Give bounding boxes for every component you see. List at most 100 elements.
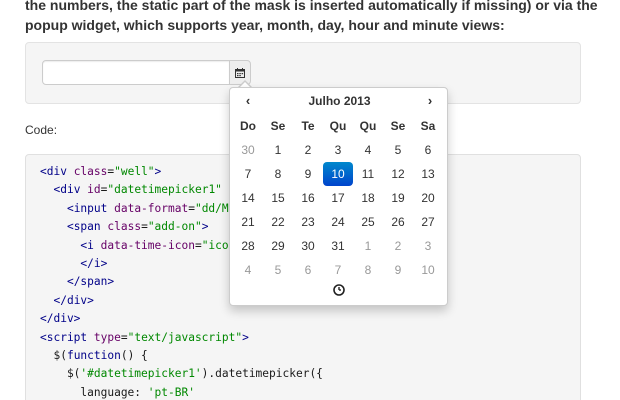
weekday-header-row: Do Se Te Qu Qu Se Sa <box>233 114 443 138</box>
code-token: 'pt-BR' <box>147 385 195 399</box>
code-token: function <box>66 349 121 362</box>
day-cell[interactable]: 11 <box>353 162 383 186</box>
code-line: <div id="datetimepicker1" <box>40 182 222 198</box>
code-line: <div class="well"> <box>40 164 161 180</box>
code-token: = <box>194 238 202 252</box>
day-cell[interactable]: 28 <box>233 234 263 258</box>
weekday-label: Do <box>240 119 256 133</box>
day-cell[interactable]: 19 <box>383 186 413 210</box>
code-token: = <box>188 201 195 215</box>
code-line: $(function() { <box>40 348 148 364</box>
code-token: > <box>201 220 209 234</box>
day-cell[interactable]: 15 <box>263 186 293 210</box>
day-cell[interactable]: 2 <box>383 234 413 258</box>
week-row: 30 1 2 3 4 5 6 <box>233 138 443 162</box>
day-cell[interactable]: 4 <box>353 138 383 162</box>
day-cell[interactable]: 20 <box>413 186 443 210</box>
day-cell[interactable]: 24 <box>323 210 353 234</box>
day-cell[interactable]: 9 <box>383 258 413 282</box>
code-token: $( <box>40 349 67 362</box>
week-row: 4 5 6 7 8 9 10 <box>233 258 443 282</box>
code-token: </div> <box>40 312 81 326</box>
day-cell[interactable]: 9 <box>293 162 323 186</box>
day-cell[interactable]: 21 <box>233 210 263 234</box>
weekday-label: Qu <box>359 119 377 133</box>
intro-text: the numbers, the static part of the mask… <box>25 0 605 35</box>
code-token: language: <box>40 385 148 399</box>
day-cell[interactable]: 12 <box>383 162 413 186</box>
day-cell[interactable]: 26 <box>383 210 413 234</box>
week-row: 14 15 16 17 18 19 20 <box>233 186 443 210</box>
day-cell[interactable]: 8 <box>263 162 293 186</box>
day-cell[interactable]: 1 <box>353 234 383 258</box>
days-grid: Do Se Te Qu Qu Se Sa 30 1 2 3 4 5 6 7 8 9 10 11 12 13 14 15 16 1… <box>233 114 443 282</box>
day-cell[interactable]: 30 <box>293 234 323 258</box>
day-cell[interactable]: 3 <box>323 138 353 162</box>
code-line: language: 'pt-BR' <box>40 385 195 400</box>
code-token: data-time-icon <box>100 238 195 252</box>
day-cell[interactable]: 22 <box>263 210 293 234</box>
weekday-label: Se <box>270 119 286 133</box>
code-token: data-format <box>114 201 189 215</box>
code-token: "datetimepicker1" <box>107 183 222 197</box>
day-cell[interactable]: 8 <box>353 258 383 282</box>
code-token: "well" <box>114 165 155 178</box>
day-cell[interactable]: 7 <box>323 258 353 282</box>
intro-line-2: popup widget, which supports year, month… <box>25 17 505 33</box>
code-token: () { <box>120 349 148 362</box>
code-token: class <box>107 220 142 234</box>
code-token: </i> <box>80 257 108 270</box>
day-cell[interactable]: 29 <box>263 234 293 258</box>
day-cell[interactable]: 7 <box>233 162 263 186</box>
day-cell[interactable]: 6 <box>293 258 323 282</box>
code-token: <span <box>66 220 108 234</box>
code-token: </span> <box>66 275 115 289</box>
code-token: <div <box>40 165 74 178</box>
clock-icon[interactable] <box>332 283 346 297</box>
week-row: 7 8 9 10 11 12 13 <box>233 162 443 186</box>
code-token: "ico <box>201 238 229 252</box>
datetime-input[interactable] <box>42 60 230 85</box>
prev-month-button[interactable]: ‹ <box>238 92 258 110</box>
day-cell[interactable]: 27 <box>413 210 443 234</box>
day-cell[interactable]: 13 <box>413 162 443 186</box>
code-token: class <box>73 165 108 178</box>
day-cell[interactable]: 6 <box>413 138 443 162</box>
code-token: '#datetimepicker1' <box>80 367 202 381</box>
code-line: <script type="text/javascript"> <box>40 330 249 346</box>
code-token: > <box>154 165 162 178</box>
code-line: </div> <box>40 311 80 327</box>
day-cell[interactable]: 17 <box>323 186 353 210</box>
day-cell[interactable]: 1 <box>263 138 293 162</box>
day-cell[interactable]: 14 <box>233 186 263 210</box>
day-cell[interactable]: 5 <box>383 138 413 162</box>
code-token: "dd/M <box>194 201 229 215</box>
day-cell[interactable]: 2 <box>293 138 323 162</box>
day-cell[interactable]: 4 <box>233 258 263 282</box>
code-token: </div> <box>53 293 94 307</box>
day-cell[interactable]: 3 <box>413 234 443 258</box>
weekday-label: Qu <box>329 119 347 133</box>
picker-header: ‹ Julho 2013 › <box>230 88 449 112</box>
day-cell[interactable]: 16 <box>293 186 323 210</box>
day-cell[interactable]: 18 <box>353 186 383 210</box>
next-month-button[interactable]: › <box>420 92 440 110</box>
day-cell[interactable]: 10 <box>413 258 443 282</box>
month-year-switch[interactable]: Julho 2013 <box>270 94 409 108</box>
weekday-label: Sa <box>420 119 436 133</box>
day-cell[interactable]: 5 <box>263 258 293 282</box>
day-cell-selected[interactable]: 10 <box>323 162 353 186</box>
code-token: $( <box>40 367 81 381</box>
day-cell[interactable]: 25 <box>353 210 383 234</box>
day-cell[interactable]: 31 <box>323 234 353 258</box>
code-line: <span class="add-on"> <box>40 219 209 235</box>
day-cell[interactable]: 23 <box>293 210 323 234</box>
code-token: <script <box>40 330 94 344</box>
day-cell[interactable]: 30 <box>233 138 263 162</box>
